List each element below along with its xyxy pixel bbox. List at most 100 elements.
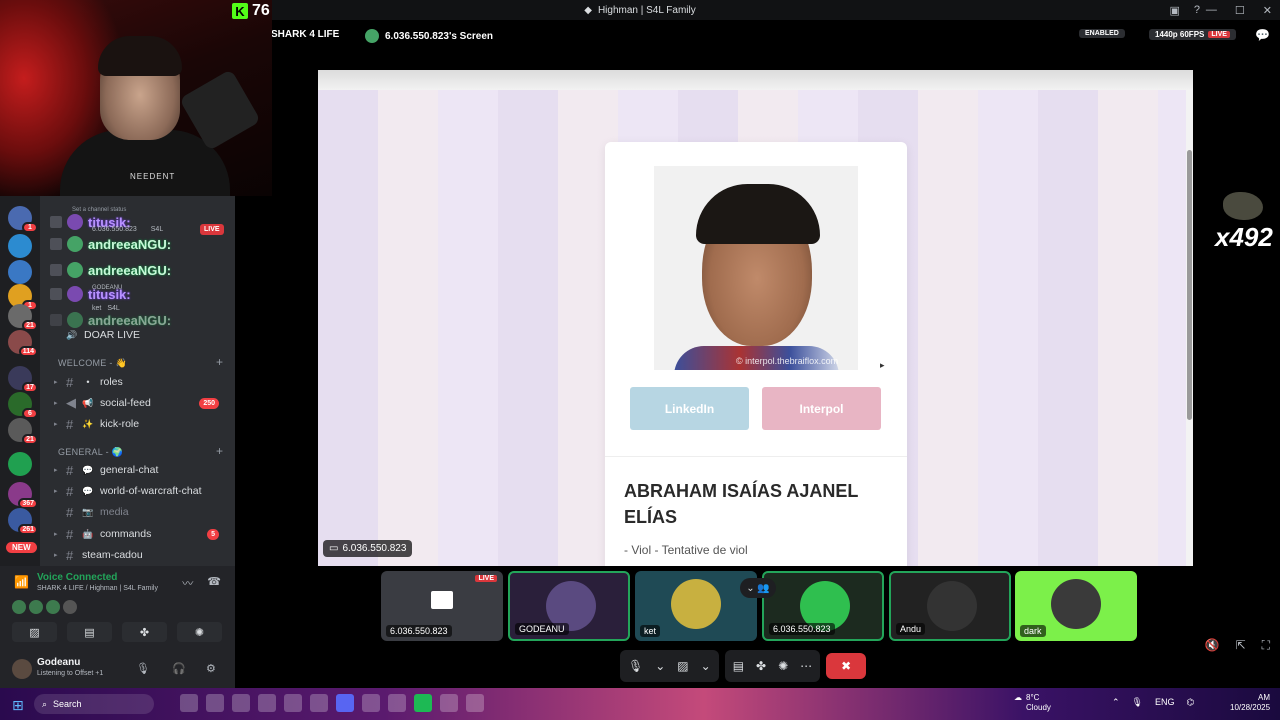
interpol-button[interactable]: Interpol [762,387,881,430]
linkedin-button[interactable]: LinkedIn [630,387,749,430]
windows-start-icon[interactable]: ⊞ [12,697,24,714]
server-icon[interactable]: 21 [8,418,38,445]
noise-suppression-icon[interactable]: 〰 [182,575,193,591]
participant-tile[interactable]: GODEANU [508,571,630,641]
more-icon[interactable]: ⋯ [800,659,812,673]
add-channel-icon[interactable]: + [216,355,223,369]
server-icon[interactable] [8,452,32,476]
weather-widget[interactable]: ☁ 8°C Cloudy [1014,693,1051,713]
settings-icon[interactable] [310,694,328,712]
server-icon[interactable]: 261 [8,508,38,535]
soundboard-icon[interactable]: ✺ [778,659,788,673]
weather-desc: Cloudy [1026,703,1051,712]
server-icon[interactable] [8,260,32,284]
microphone-icon[interactable]: 🎙 [136,662,150,675]
channel-commands[interactable]: ▸ # 🤖 commands 5 [54,524,229,544]
server-icon[interactable] [8,234,32,258]
participant-tile[interactable]: 6.036.550.823 [762,571,884,641]
minimize-icon[interactable]: — [1206,4,1217,16]
enabled-badge[interactable]: ENABLED [1079,29,1125,38]
soundboard-button[interactable]: ✺ [177,622,222,642]
participant-tile[interactable]: Andu [889,571,1011,641]
voice-user-server: S4L [150,226,164,233]
category-welcome[interactable]: WELCOME - 👋 [58,358,127,369]
spotify-icon[interactable] [414,694,432,712]
maximize-icon[interactable]: ☐ [1235,4,1245,17]
channel-general-chat[interactable]: ▸ # 💬 general-chat [54,460,229,480]
channel-media[interactable]: # 📷 media [54,502,229,522]
server-icon[interactable]: 17 [8,366,38,393]
app-icon[interactable] [284,694,302,712]
edge-icon[interactable] [232,694,250,712]
camera-off-icon[interactable]: ▨ [677,659,688,673]
add-channel-icon[interactable]: + [216,444,223,458]
microphone-icon[interactable]: 🎙 [628,659,643,673]
discord-icon[interactable] [336,694,354,712]
stream-title: 6.036.550.823's Screen [385,30,494,42]
popout-icon[interactable]: ⇱ [1236,638,1246,653]
tile-label: dark [1020,625,1046,637]
gear-icon[interactable]: ⚙ [206,662,216,675]
taskbar-search[interactable]: ⌕ Search [34,694,154,714]
channel-social-feed[interactable]: ▸ ◀ 📢 social-feed 250 [54,393,229,413]
activities-button[interactable]: ✤ [122,622,167,642]
stream-quality-badge[interactable]: 1440p 60FPS LIVE [1149,29,1236,40]
system-tray: ⌃ 🎙 ENG ⌬ [1112,697,1194,708]
voice-status[interactable]: Voice Connected [37,572,117,583]
server-icon[interactable]: 21 [8,304,38,331]
app-icon[interactable] [206,694,224,712]
chat-bubble-icon[interactable]: 💬 [1255,28,1270,42]
chevron-down-icon[interactable]: ⌄ [701,659,711,673]
server-icon[interactable]: 114 [8,330,38,357]
channel-emoji: 💬 [82,464,94,475]
inbox-icon[interactable]: ▣ [1169,4,1179,17]
participant-tile[interactable]: ket [635,571,757,641]
app-icon[interactable] [258,694,276,712]
language-indicator[interactable]: ENG [1155,697,1175,708]
channel-doar-live[interactable]: 🔊 DOAR LIVE [54,325,229,345]
app-icon[interactable] [388,694,406,712]
category-general[interactable]: GENERAL - 🌍 [58,447,123,458]
close-icon[interactable]: ✕ [1263,4,1272,17]
channel-kick-role[interactable]: ▸ # ✨ kick-role [54,414,229,434]
user-status: Listening to Offset +1 [37,670,104,677]
participant-tile[interactable]: LIVE 6.036.550.823 [381,571,503,641]
scrollbar[interactable] [1186,90,1193,566]
chevron-up-icon[interactable]: ⌃ [1112,697,1120,708]
file-explorer-icon[interactable] [180,694,198,712]
stream-view-tools: 🔇 ⇱ ⛶ [1205,638,1270,653]
app-icon[interactable] [362,694,380,712]
channel-steam-cadou[interactable]: ▸ # steam-cadou [54,545,229,565]
volume-mute-icon[interactable]: 🔇 [1205,638,1220,653]
mention-count-badge: 250 [199,397,219,409]
microphone-icon[interactable]: 🎙 [1132,697,1143,708]
channel-world-of-warcraft-chat[interactable]: ▸ # 💬 world-of-warcraft-chat [54,481,229,501]
disconnect-icon[interactable]: ☎ [207,575,221,591]
network-icon[interactable]: ⌬ [1187,697,1195,708]
steam-icon[interactable] [440,694,458,712]
screen-share-button[interactable]: ▤ [67,622,112,642]
epic-games-icon[interactable] [466,694,484,712]
fullscreen-icon[interactable]: ⛶ [1262,638,1270,653]
camera-off-button[interactable]: ▨ [12,622,57,642]
help-icon[interactable]: ? [1194,4,1200,16]
activities-icon[interactable]: ✤ [756,659,766,673]
taskbar-clock[interactable]: AM 10/28/2025 [1230,693,1270,713]
leave-call-button[interactable]: ✖ [826,653,867,679]
participant-tile[interactable]: dark [1015,571,1137,641]
voice-user-row[interactable]: andreeaNGU: [50,234,171,254]
voice-user-row[interactable]: andreeaNGU: [50,260,171,280]
new-servers-pill[interactable]: NEW [6,542,37,553]
participants-toggle[interactable]: ⌄ 👥 [740,578,776,598]
screen-share-icon[interactable]: ▤ [733,659,744,673]
webcam-person-hair [98,36,182,76]
divider [605,456,907,457]
chevron-down-icon[interactable]: ⌄ [655,659,665,673]
avatar[interactable] [12,659,32,679]
channel-roles[interactable]: ▸ # • roles [54,372,229,392]
server-icon[interactable]: 1 [8,206,38,233]
server-icon[interactable]: 367 [8,482,38,509]
server-icon[interactable]: 6 [8,392,38,419]
scrollbar-thumb[interactable] [1187,150,1192,420]
headphones-icon[interactable]: 🎧 [172,662,186,675]
